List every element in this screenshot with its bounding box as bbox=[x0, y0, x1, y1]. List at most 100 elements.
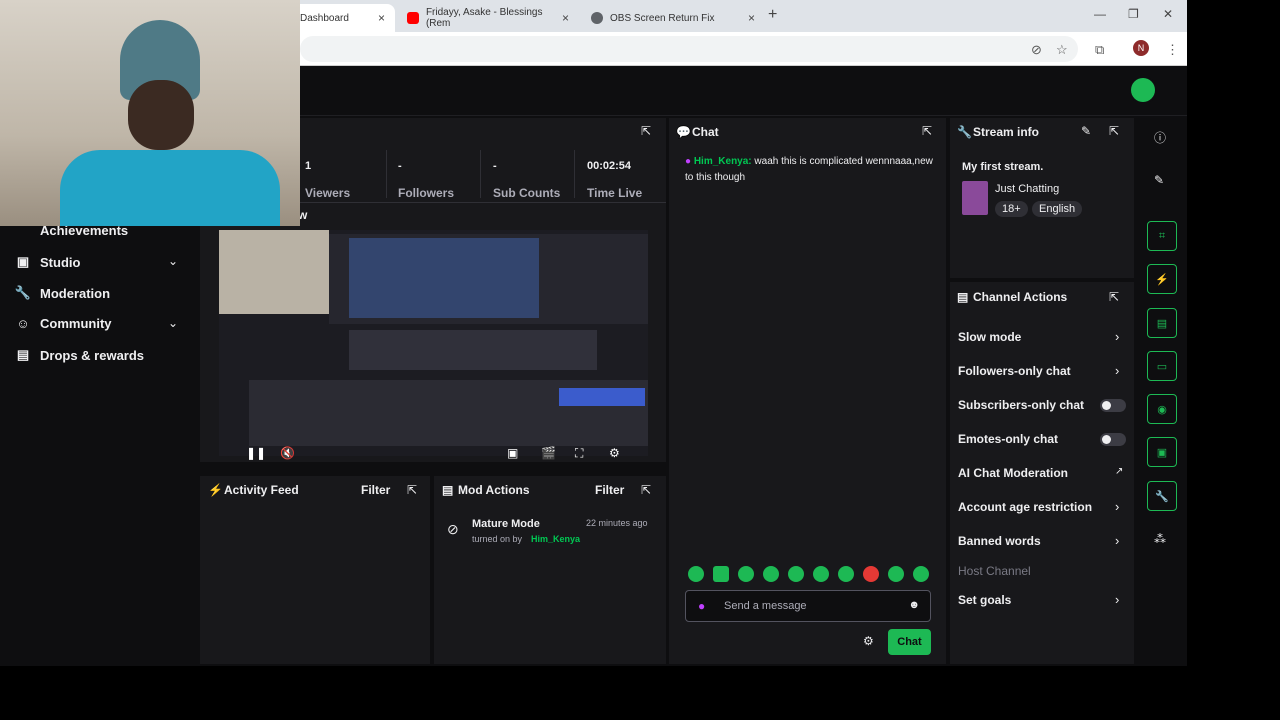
sidebar-item-moderation[interactable]: 🔧 Moderation bbox=[14, 285, 110, 301]
quick-action-ad-icon[interactable]: ▣ bbox=[1147, 437, 1177, 467]
fullscreen-icon[interactable]: ⛶ bbox=[575, 446, 583, 461]
action-followers-only[interactable]: Followers-only chat bbox=[958, 364, 1071, 378]
category-box-art[interactable] bbox=[962, 181, 988, 215]
quick-action-chat-icon[interactable]: ▭ bbox=[1147, 351, 1177, 381]
quick-action-notes-icon[interactable]: ▤ bbox=[1147, 308, 1177, 338]
action-ai-moderation[interactable]: AI Chat Moderation bbox=[958, 466, 1068, 480]
info-icon[interactable]: ⓘ bbox=[1154, 129, 1166, 146]
emote-icon[interactable] bbox=[913, 566, 929, 582]
emote-icon[interactable] bbox=[888, 566, 904, 582]
profile-avatar[interactable]: N bbox=[1133, 40, 1149, 56]
studio-icon: ▣ bbox=[16, 254, 30, 269]
popout-icon[interactable]: ⇱ bbox=[641, 483, 651, 497]
chevron-right-icon[interactable]: › bbox=[1115, 533, 1119, 548]
emote-icon[interactable] bbox=[788, 566, 804, 582]
close-window-icon[interactable]: ✕ bbox=[1163, 7, 1173, 21]
action-subscribers-only[interactable]: Subscribers-only chat bbox=[958, 398, 1084, 412]
gear-icon[interactable]: ⚙ bbox=[609, 446, 620, 460]
tab-youtube[interactable]: Fridayy, Asake - Blessings (Rem × bbox=[397, 4, 579, 32]
add-action-icon[interactable]: ⁂ bbox=[1154, 532, 1166, 546]
emote-icon[interactable] bbox=[863, 566, 879, 582]
chevron-down-icon[interactable]: ⌄ bbox=[168, 316, 178, 330]
stat-label: Viewers bbox=[305, 186, 351, 200]
action-banned-words[interactable]: Banned words bbox=[958, 534, 1041, 548]
popout-icon[interactable]: ⇱ bbox=[1109, 290, 1119, 304]
close-tab-icon[interactable]: × bbox=[378, 11, 385, 25]
eye-off-icon[interactable]: ⊘ bbox=[1031, 42, 1042, 58]
quick-action-broadcast-icon[interactable]: ◉ bbox=[1147, 394, 1177, 424]
close-tab-icon[interactable]: × bbox=[748, 11, 755, 25]
close-tab-icon[interactable]: × bbox=[562, 11, 569, 25]
tag-badge[interactable]: 18+ bbox=[995, 201, 1028, 217]
popout-icon[interactable]: ⇱ bbox=[407, 483, 417, 497]
quick-action-wrench-icon[interactable]: 🔧 bbox=[1147, 481, 1177, 511]
chevron-right-icon[interactable]: › bbox=[1115, 592, 1119, 607]
stream-video-preview[interactable] bbox=[219, 230, 648, 456]
activity-filter-button[interactable]: Filter bbox=[361, 483, 390, 497]
action-emotes-only[interactable]: Emotes-only chat bbox=[958, 432, 1058, 446]
mute-icon[interactable]: 🔇 bbox=[280, 446, 295, 460]
pip-icon[interactable]: ▣ bbox=[507, 446, 518, 460]
chat-settings-icon[interactable]: ⚙ bbox=[863, 634, 874, 648]
extensions-icon[interactable]: ⧉ bbox=[1095, 42, 1104, 58]
tab-title: Fridayy, Asake - Blessings (Rem bbox=[425, 7, 543, 29]
emote-icon[interactable] bbox=[713, 566, 729, 582]
popout-icon[interactable]: ⇱ bbox=[641, 124, 651, 138]
emote-icon[interactable] bbox=[838, 566, 854, 582]
action-slow-mode[interactable]: Slow mode bbox=[958, 330, 1021, 344]
quick-action-clip-icon[interactable]: ⌗ bbox=[1147, 221, 1177, 251]
emoji-icon[interactable]: ☻ bbox=[908, 599, 920, 611]
sidebar-item-drops[interactable]: ▤ Drops & rewards bbox=[14, 347, 144, 363]
chat-username[interactable]: Him_Kenya bbox=[694, 156, 748, 167]
sidebar-item-community[interactable]: ☺ Community bbox=[14, 316, 112, 331]
chevron-right-icon[interactable]: › bbox=[1115, 499, 1119, 514]
emote-icon[interactable] bbox=[688, 566, 704, 582]
emote-icon[interactable] bbox=[813, 566, 829, 582]
quick-action-bolt-icon[interactable]: ⚡ bbox=[1147, 264, 1177, 294]
edit-icon[interactable]: ✎ bbox=[1081, 124, 1091, 138]
pencil-icon[interactable]: ✎ bbox=[1154, 173, 1164, 187]
user-avatar[interactable] bbox=[1131, 78, 1155, 102]
star-icon[interactable]: ☆ bbox=[1056, 42, 1068, 58]
webcam-thumbnail bbox=[219, 230, 329, 314]
sidebar-item-studio[interactable]: ▣ Studio bbox=[14, 254, 81, 270]
emote-icon[interactable] bbox=[763, 566, 779, 582]
emotes-only-toggle[interactable] bbox=[1100, 433, 1126, 446]
chat-input[interactable]: ● Send a message ☻ bbox=[685, 590, 931, 622]
activity-feed-panel bbox=[200, 476, 430, 664]
mod-actions-title: Mod Actions bbox=[458, 483, 530, 497]
tab-obs-fix[interactable]: OBS Screen Return Fix × bbox=[581, 4, 765, 32]
maximize-icon[interactable]: ❐ bbox=[1128, 7, 1139, 21]
activity-feed-title: Activity Feed bbox=[224, 483, 299, 497]
menu-icon[interactable]: ⋮ bbox=[1166, 42, 1179, 58]
new-tab-button[interactable]: + bbox=[768, 6, 777, 24]
sidebar-item-label: Community bbox=[40, 316, 112, 331]
tab-title: OBS Screen Return Fix bbox=[610, 12, 715, 24]
subscribers-only-toggle[interactable] bbox=[1100, 399, 1126, 412]
mod-filter-button[interactable]: Filter bbox=[595, 483, 624, 497]
minimize-icon[interactable]: — bbox=[1094, 7, 1106, 21]
community-icon: ☺ bbox=[16, 316, 30, 331]
stat-followers: - Followers bbox=[398, 160, 454, 200]
sidebar-item-label: Moderation bbox=[40, 285, 111, 301]
popout-icon[interactable]: ⇱ bbox=[1109, 124, 1119, 138]
tab-dashboard[interactable]: Dashboard × bbox=[290, 4, 395, 32]
emote-icon[interactable] bbox=[738, 566, 754, 582]
stat-viewers: 1 Viewers bbox=[305, 160, 350, 200]
category-name[interactable]: Just Chatting bbox=[995, 183, 1059, 195]
address-input[interactable] bbox=[300, 36, 1078, 62]
tag-badge[interactable]: English bbox=[1032, 201, 1083, 217]
chat-send-button[interactable]: Chat bbox=[888, 629, 931, 655]
chevron-right-icon[interactable]: › bbox=[1115, 363, 1119, 378]
chat-panel bbox=[669, 118, 946, 664]
mod-action-user[interactable]: Him_Kenya bbox=[531, 534, 580, 544]
chevron-right-icon[interactable]: › bbox=[1115, 329, 1119, 344]
popout-icon[interactable]: ⇱ bbox=[922, 124, 932, 138]
stat-time-live: 00:02:54 Time Live bbox=[587, 160, 642, 200]
action-set-goals[interactable]: Set goals bbox=[958, 593, 1011, 607]
chevron-down-icon[interactable]: ⌄ bbox=[168, 254, 178, 268]
external-link-icon[interactable]: ↗ bbox=[1115, 466, 1123, 477]
pause-icon[interactable]: ❚❚ bbox=[246, 446, 266, 460]
action-account-age[interactable]: Account age restriction bbox=[958, 500, 1092, 514]
clip-icon[interactable]: 🎬 bbox=[541, 446, 556, 460]
